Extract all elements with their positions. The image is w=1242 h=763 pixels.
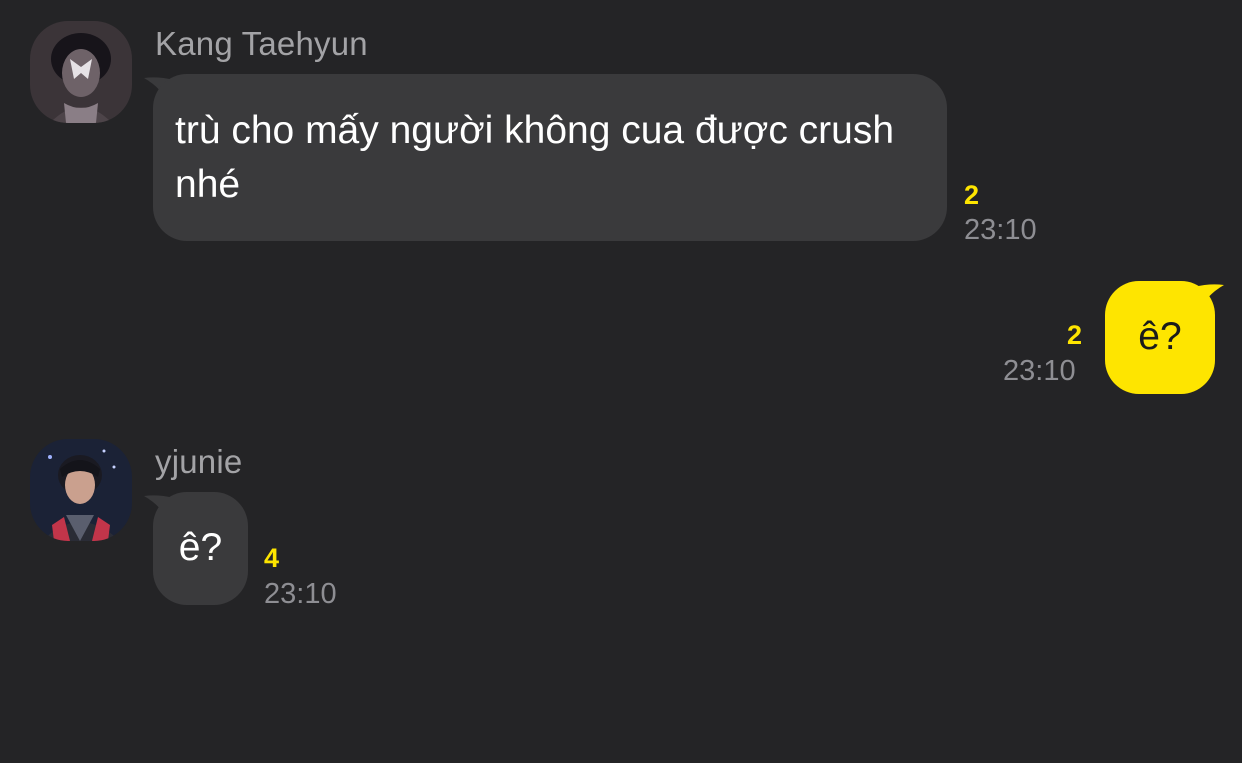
message-bubble-incoming[interactable]: trù cho mấy người không cua được crush n… (153, 74, 947, 241)
message-time: 23:10 (964, 214, 1037, 246)
message-text: ê? (1138, 315, 1182, 358)
unread-count: 2 (1067, 320, 1083, 350)
avatar[interactable] (30, 439, 132, 541)
message-time: 23:10 (264, 578, 337, 610)
message-text: ê? (178, 526, 223, 569)
message-bubble-outgoing[interactable]: ê? (1105, 281, 1215, 394)
chat-area: Kang Taehyun trù cho mấy người không cua… (0, 0, 1242, 763)
sender-name: yjunie (155, 443, 243, 480)
avatar[interactable] (30, 21, 132, 123)
unread-count: 4 (264, 543, 280, 573)
message-bubble-incoming[interactable]: ê? (153, 492, 248, 605)
message-text: trù cho mấy người không cua được crush n… (175, 109, 895, 206)
message-time: 23:10 (1003, 355, 1076, 387)
profile-photo-icon (30, 439, 132, 541)
unread-count: 2 (964, 180, 980, 210)
profile-photo-icon (30, 21, 132, 123)
sender-name: Kang Taehyun (155, 25, 368, 62)
